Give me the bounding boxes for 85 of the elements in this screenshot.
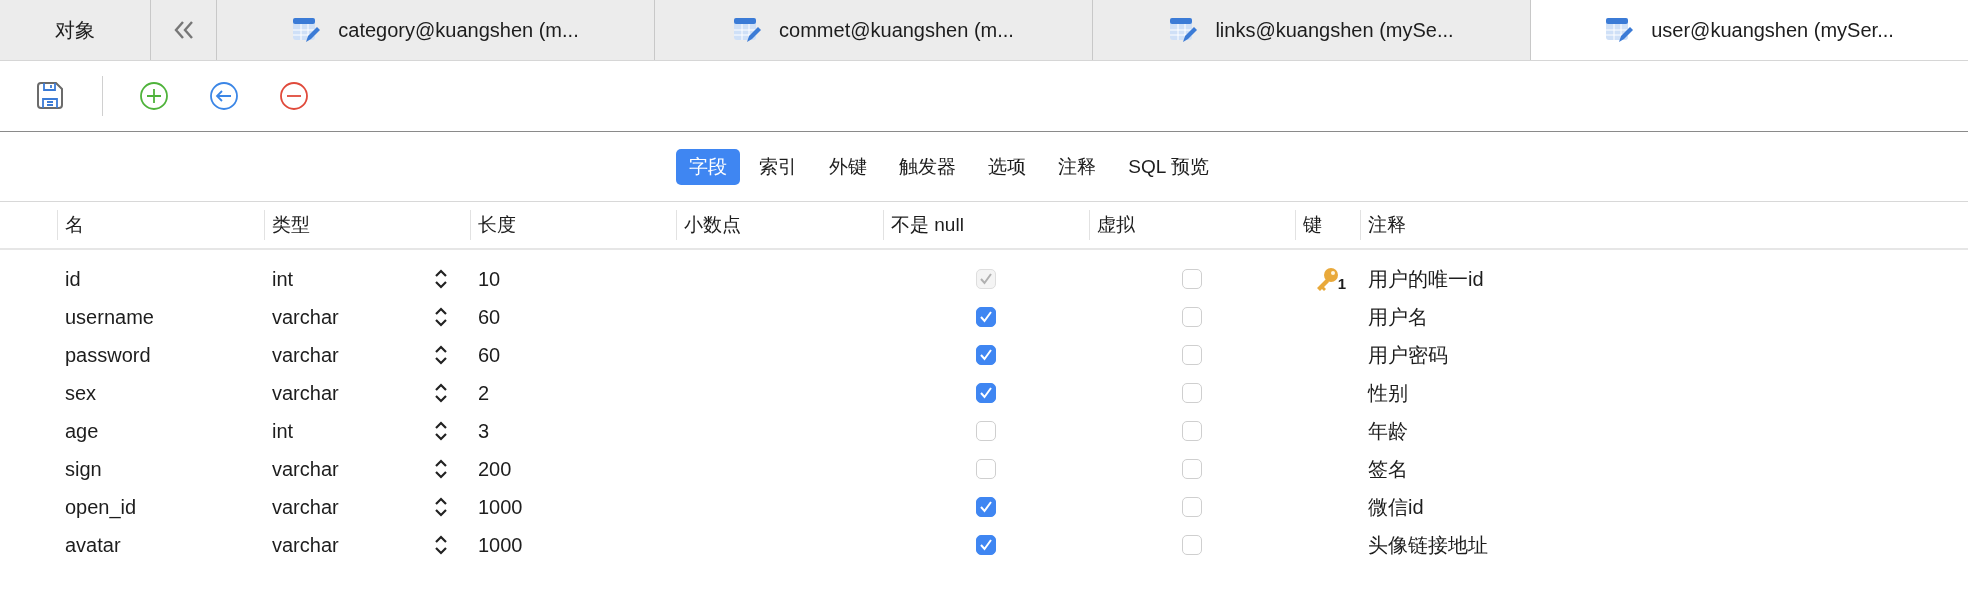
table-cell-text: 年龄 (1367, 418, 1409, 444)
stepper-icon[interactable] (434, 306, 448, 328)
table-cell-text: username (64, 305, 155, 329)
segment-tab[interactable]: 选项 (975, 148, 1040, 185)
checkbox[interactable] (1182, 383, 1202, 403)
table-edit-icon (1605, 16, 1634, 44)
table-edit-icon (292, 16, 321, 44)
checkbox[interactable] (1182, 459, 1202, 479)
key-number: 1 (1337, 275, 1347, 292)
document-tab[interactable]: user@kuangshen (mySer... (1531, 0, 1968, 60)
column-header[interactable]: 虚拟 (1089, 210, 1295, 240)
segment-tab[interactable]: 字段 (676, 148, 741, 185)
table-cell-text: 性别 (1366, 380, 1409, 406)
segment-tab[interactable]: 注释 (1045, 148, 1110, 185)
checkbox[interactable] (1182, 535, 1202, 555)
checkbox[interactable] (976, 307, 996, 327)
segment-tab[interactable]: 触发器 (886, 148, 970, 185)
stepper-icon[interactable] (434, 382, 448, 404)
table-cell-text: age (64, 419, 100, 443)
table-edit-icon (733, 16, 762, 44)
table-cell-text: 微信id (1367, 494, 1425, 520)
table-cell-text: 60 (477, 343, 502, 367)
column-header[interactable]: 不是 null (883, 210, 1089, 240)
column-header[interactable]: 长度 (470, 210, 676, 240)
table-cell-text: 1000 (477, 533, 524, 557)
table-cell: int (272, 419, 294, 443)
column-header[interactable]: 名 (57, 210, 264, 240)
table-cell-text: sex (64, 381, 98, 405)
table-cell-text: 3 (477, 419, 491, 443)
table-cell-text: avatar (64, 533, 122, 557)
checkbox[interactable] (976, 535, 996, 555)
arrow-left-icon[interactable] (209, 81, 239, 111)
table-edit-icon (1169, 16, 1198, 44)
table-cell-text: 头像链接地址 (1367, 532, 1489, 558)
stepper-icon[interactable] (434, 420, 448, 442)
column-header[interactable]: 注释 (1360, 210, 1576, 240)
table-cell-text: 200 (477, 457, 513, 481)
checkbox[interactable] (976, 345, 996, 365)
checkbox[interactable] (976, 459, 996, 479)
table-cell-text: 签名 (1367, 456, 1409, 482)
stepper-icon[interactable] (434, 344, 448, 366)
table-cell-text: open_id (64, 495, 138, 519)
tab-label: category@kuangshen (m... (338, 18, 579, 42)
tab-label: commet@kuangshen (m... (779, 18, 1014, 42)
column-header[interactable]: 类型 (264, 210, 470, 240)
table-cell: int (272, 267, 294, 291)
stepper-icon[interactable] (434, 496, 448, 518)
segment-tab[interactable]: SQL 预览 (1115, 148, 1222, 185)
checkbox[interactable] (1182, 269, 1202, 289)
checkbox[interactable] (976, 497, 996, 517)
add-icon[interactable] (139, 81, 169, 111)
checkbox[interactable] (1182, 421, 1202, 441)
table-cell-text: 1000 (477, 495, 524, 519)
checkbox[interactable] (1182, 307, 1202, 327)
column-header[interactable]: 键 (1295, 210, 1360, 240)
table-cell-text: password (64, 343, 152, 367)
table-cell-text: 2 (477, 381, 491, 405)
table-cell-text: 10 (477, 267, 502, 291)
table-cell: varchar (272, 381, 339, 405)
stepper-icon[interactable] (434, 268, 448, 290)
segment-tab[interactable]: 外键 (816, 148, 881, 185)
table-cell-text: 60 (477, 305, 502, 329)
checkbox[interactable] (976, 383, 996, 403)
tab-label: links@kuangshen (mySe... (1215, 18, 1454, 42)
checkbox[interactable] (976, 421, 996, 441)
table-cell: varchar (272, 533, 339, 557)
remove-icon[interactable] (279, 81, 309, 111)
double-chevron-left-icon[interactable] (172, 20, 195, 40)
table-cell: varchar (272, 495, 339, 519)
checkbox[interactable] (1182, 345, 1202, 365)
checkbox[interactable] (1182, 497, 1202, 517)
stepper-icon[interactable] (434, 458, 448, 480)
table-cell-text: sign (64, 457, 103, 481)
stepper-icon[interactable] (434, 534, 448, 556)
save-icon[interactable] (34, 80, 66, 112)
table-cell-text: 用户名 (1367, 304, 1429, 330)
table-cell: varchar (272, 457, 339, 481)
segment-tab[interactable]: 索引 (746, 148, 811, 185)
table-cell: varchar (272, 305, 339, 329)
table-cell-text: id (64, 267, 82, 291)
table-cell-text: 用户密码 (1367, 342, 1449, 368)
table-cell-text: 用户的唯一id (1367, 266, 1485, 292)
table-cell: varchar (272, 343, 339, 367)
column-header[interactable]: 小数点 (676, 210, 883, 240)
tab-label: user@kuangshen (mySer... (1651, 18, 1894, 42)
